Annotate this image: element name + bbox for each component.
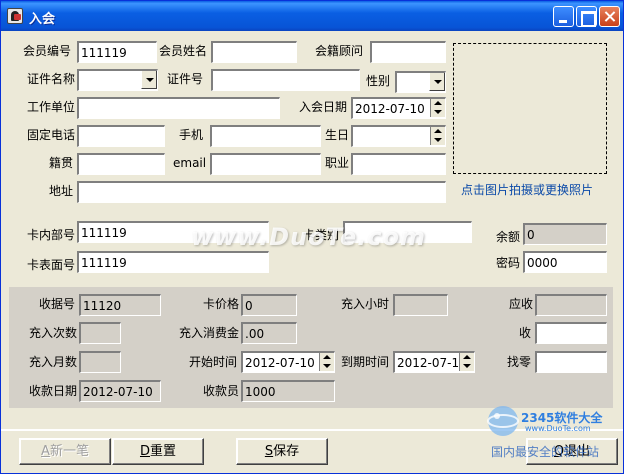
cashier-label: 收款员 [203,384,240,398]
reset-button[interactable]: D重置 [112,438,204,465]
minimize-button[interactable] [553,6,574,27]
date-spinner[interactable] [319,353,334,371]
hours-field [393,294,448,316]
app-icon [7,8,23,24]
received-label: 收 [519,326,532,340]
watermark-text: www.DuoTe.com [191,223,426,251]
maximize-button[interactable] [576,6,597,27]
photo-caption[interactable]: 点击图片拍摄或更换照片 [461,181,593,198]
reset-label: 重置 [150,444,177,459]
amount-label: 充入消费金 [179,326,240,340]
address-label: 地址 [49,184,74,198]
receipt-no-field: 11120 [79,294,161,316]
chevron-down-icon[interactable] [141,71,157,89]
months-field [79,351,121,373]
member-no-label: 会员编号 [23,44,72,58]
receipt-no-label: 收据号 [39,297,76,311]
birthday-label: 生日 [325,128,350,142]
origin-label: 籍贯 [49,156,74,170]
pay-date-label: 收款日期 [29,384,78,398]
gender-label: 性别 [366,74,391,88]
save-hotkey: S [264,444,274,459]
member-name-label: 会员姓名 [159,44,208,58]
id-no-field[interactable] [211,69,360,91]
mobile-field[interactable] [210,125,321,147]
times-label: 充入次数 [29,326,78,340]
email-field[interactable] [210,153,321,175]
globe-icon [487,406,519,436]
join-window: 入会 会员编号 111119 会员姓名 会籍顾问 证件名称 证件号 性别 工作单… [0,0,624,474]
password-field[interactable]: 0000 [523,251,607,273]
received-field[interactable] [535,322,607,344]
save-label: 保存 [273,444,300,459]
email-label: email [173,156,207,170]
cashier-field: 1000 [241,380,335,402]
new-record-button[interactable]: A新一笔 [19,438,111,465]
balance-field: 0 [523,223,607,245]
months-label: 充入月数 [29,355,78,369]
phone-label: 固定电话 [27,128,76,142]
card-price-label: 卡价格 [203,297,240,311]
card-face-no-label: 卡表面号 [27,258,76,272]
chevron-down-icon[interactable] [429,73,445,91]
times-field [79,322,121,344]
end-date-picker[interactable]: 2012-07-10 [393,351,475,373]
save-button[interactable]: S保存 [236,438,328,465]
mobile-label: 手机 [179,128,204,142]
date-spinner[interactable] [430,99,445,117]
password-label: 密码 [496,256,521,270]
change-label: 找零 [507,355,532,369]
member-name-field[interactable] [211,41,297,63]
balance-label: 余额 [496,230,521,244]
id-type-label: 证件名称 [27,72,76,86]
id-no-label: 证件号 [167,72,204,86]
phone-field[interactable] [77,125,165,147]
pay-date-field: 2012-07-10 [79,380,161,402]
card-face-no-field[interactable]: 111119 [77,251,269,273]
due-field [535,294,607,316]
due-label: 应收 [509,297,534,311]
join-date-label: 入会日期 [299,100,348,114]
amount-field: .00 [241,322,297,344]
job-field[interactable] [351,153,446,175]
logo-slogan: 国内最安全的软件站 [491,445,600,459]
employer-field[interactable] [77,97,280,119]
card-inner-no-label: 卡内部号 [27,228,76,242]
payment-panel: 收据号 11120 卡价格 0 充入小时 应收 充入次数 充入消费金 .00 收… [9,287,613,408]
birthday-picker[interactable] [351,125,446,147]
reset-hotkey: D [139,444,150,459]
logo-url: www.DuoTe.com [525,424,591,433]
site-logo-watermark: 2345软件大全 www.DuoTe.com 国内最安全的软件站 [481,391,621,461]
id-type-select[interactable] [77,69,158,91]
title-bar[interactable]: 入会 [1,1,623,31]
date-spinner[interactable] [459,353,474,371]
change-field[interactable] [535,351,607,373]
end-label: 到期时间 [341,355,390,369]
consultant-label: 会籍顾问 [315,44,364,58]
member-no-field[interactable]: 111119 [77,41,157,63]
origin-field[interactable] [77,153,165,175]
address-field[interactable] [77,181,446,203]
card-price-field: 0 [241,294,297,316]
employer-label: 工作单位 [27,100,76,114]
consultant-field[interactable] [370,41,446,63]
member-photo[interactable] [453,43,607,174]
new-record-label: 新一笔 [49,444,89,459]
new-record-hotkey: A [41,444,50,459]
hours-label: 充入小时 [341,297,390,311]
start-date-picker[interactable]: 2012-07-10 [241,351,335,373]
window-title: 入会 [29,12,56,27]
close-button[interactable] [599,6,620,27]
start-label: 开始时间 [189,355,238,369]
date-spinner[interactable] [430,127,445,145]
job-label: 职业 [325,156,350,170]
join-date-picker[interactable]: 2012-07-10 [351,97,446,119]
gender-select[interactable] [395,71,446,93]
